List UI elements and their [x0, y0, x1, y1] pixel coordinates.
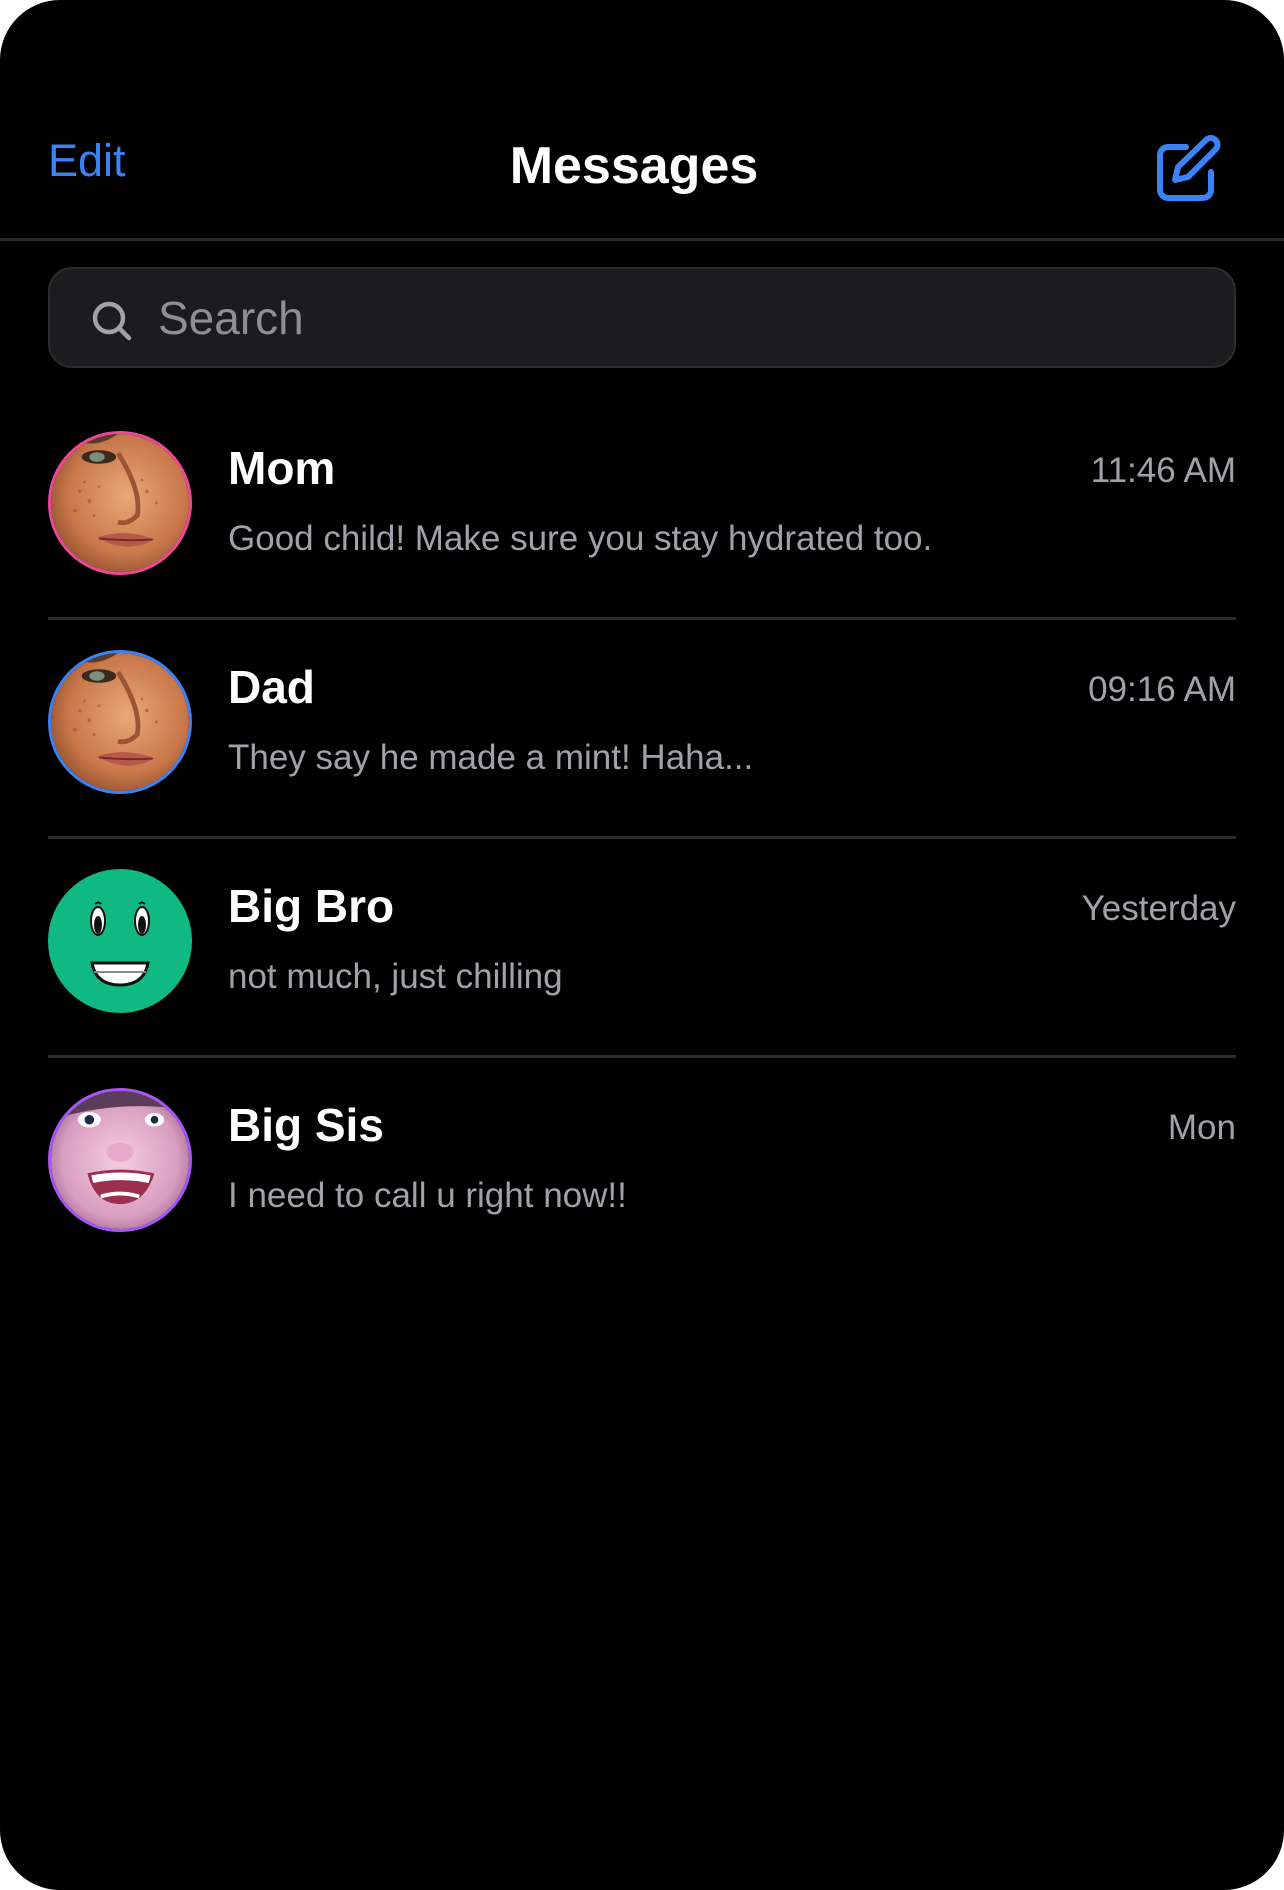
contact-photo-icon — [51, 653, 189, 791]
message-time: Mon — [1167, 1108, 1236, 1147]
contact-photo-icon — [51, 1091, 189, 1229]
search-bar[interactable] — [48, 267, 1236, 368]
contact-photo-icon — [51, 434, 189, 572]
messages-screen: Edit Messages Search Mom 11:46 AM Good c… — [0, 0, 1284, 1890]
contact-name: Big Sis — [228, 1099, 384, 1151]
conversation-row-big-bro[interactable]: Big Bro Yesterday not much, just chillin… — [48, 839, 1236, 1058]
message-preview: I need to call u right now!! — [228, 1176, 627, 1215]
search-icon — [92, 301, 132, 341]
contact-name: Dad — [228, 661, 315, 713]
avatar — [48, 1088, 192, 1232]
page-title: Messages — [509, 137, 759, 195]
compose-icon — [1157, 135, 1221, 201]
contact-name: Big Bro — [228, 880, 395, 932]
compose-button[interactable] — [1148, 130, 1228, 210]
message-preview: not much, just chilling — [228, 957, 563, 996]
avatar — [48, 869, 192, 1013]
smiley-face-icon — [90, 901, 150, 987]
message-preview: They say he made a mint! Haha... — [228, 738, 754, 777]
conversation-row-dad[interactable]: Dad 09:16 AM They say he made a mint! Ha… — [48, 620, 1236, 839]
conversation-row-big-sis[interactable]: Big Sis Mon I need to call u right now!! — [48, 1058, 1236, 1277]
message-time: 09:16 AM — [1088, 670, 1236, 709]
avatar — [48, 650, 192, 794]
message-time: 11:46 AM — [1090, 451, 1236, 490]
search-input[interactable] — [158, 269, 1198, 366]
nav-header: Edit Messages — [0, 0, 1284, 241]
avatar — [48, 431, 192, 575]
message-preview: Good child! Make sure you stay hydrated … — [228, 519, 933, 558]
conversation-row-mom[interactable]: Mom 11:46 AM Good child! Make sure you s… — [48, 401, 1236, 620]
message-time: Yesterday — [1081, 889, 1236, 928]
contact-name: Mom — [228, 442, 336, 494]
